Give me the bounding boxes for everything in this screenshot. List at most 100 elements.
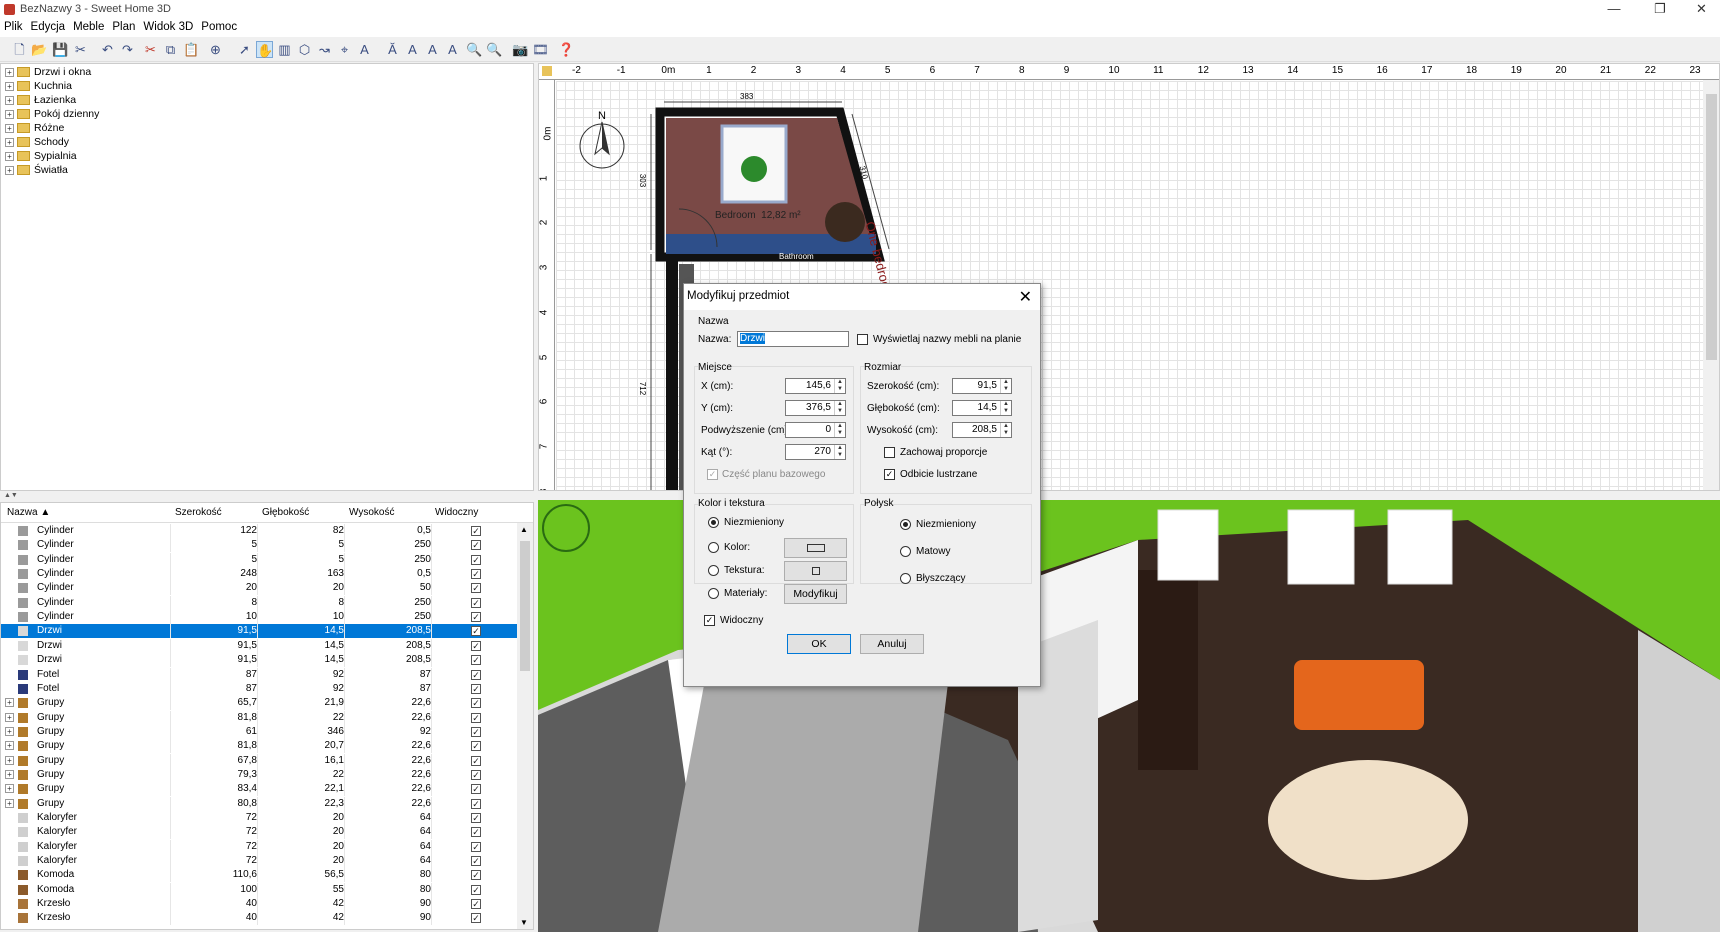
table-row[interactable]: Komoda 110,6 56,5 80 ✓ — [1, 868, 517, 883]
table-row[interactable]: + Grupy 79,3 22 22,6 ✓ — [1, 767, 517, 782]
col-header-visible[interactable]: Widoczny — [435, 507, 478, 518]
add-text-icon[interactable]: A — [356, 41, 373, 58]
dialog-close-icon[interactable]: ✕ — [1019, 287, 1032, 307]
table-row[interactable]: Cylinder 122 82 0,5 ✓ — [1, 524, 517, 538]
texture-radio[interactable] — [708, 565, 719, 576]
table-row[interactable]: Cylinder 5 5 250 ✓ — [1, 552, 517, 567]
cancel-button[interactable]: Anuluj — [860, 634, 924, 654]
create-walls-icon[interactable]: ▥ — [276, 41, 293, 58]
redo-icon[interactable]: ↷ — [119, 41, 136, 58]
y-field[interactable]: 376,5 ▲ ▼ — [785, 400, 846, 416]
expand-icon[interactable]: + — [5, 712, 14, 722]
zoom-out-icon[interactable]: 🔍 — [486, 41, 503, 58]
paste-icon[interactable]: 📋 — [183, 41, 200, 58]
name-field[interactable]: Drzwi — [737, 331, 849, 347]
visible-cell-checkbox[interactable]: ✓ — [471, 655, 481, 666]
table-scrollbar[interactable]: ▲ ▼ — [517, 523, 533, 929]
menu-edycja[interactable]: Edycja — [27, 20, 70, 33]
visible-cell-checkbox[interactable]: ✓ — [471, 913, 481, 924]
base-plan-checkbox[interactable]: ✓ — [707, 469, 718, 480]
visible-cell-checkbox[interactable]: ✓ — [471, 813, 481, 823]
table-row[interactable]: + Grupy 65,7 21,9 22,6 ✓ — [1, 696, 517, 711]
catalog-category[interactable]: + Kuchnia — [5, 79, 72, 93]
help-icon[interactable]: ❓ — [558, 41, 575, 58]
table-row[interactable]: + Grupy 81,8 20,7 22,6 ✓ — [1, 739, 517, 754]
maximize-button[interactable]: ❐ — [1637, 0, 1683, 20]
navigation-arrows-icon[interactable] — [542, 504, 590, 552]
shine-unchanged-radio[interactable] — [900, 519, 911, 530]
visible-cell-checkbox[interactable]: ✓ — [471, 827, 481, 838]
close-window-button[interactable]: ✕ — [1683, 0, 1720, 20]
scroll-thumb[interactable] — [520, 541, 530, 671]
create-dimensions-icon[interactable]: ⌖ — [336, 41, 353, 58]
expand-icon[interactable]: + — [5, 137, 14, 147]
plan-scrollbar[interactable] — [1703, 80, 1719, 490]
visible-cell-checkbox[interactable]: ✓ — [471, 597, 481, 608]
text-italic-icon[interactable]: A — [424, 41, 441, 58]
x-field[interactable]: 145,6 ▲ ▼ — [785, 378, 846, 394]
table-row[interactable]: Drzwi 91,5 14,5 208,5 ✓ — [1, 638, 517, 653]
table-row[interactable]: Cylinder 10 10 250 ✓ — [1, 610, 517, 625]
text-size-icon[interactable]: A — [444, 41, 461, 58]
depth-field[interactable]: 14,5 ▲ ▼ — [952, 400, 1012, 416]
scroll-down-icon[interactable]: ▼ — [520, 918, 528, 927]
visible-cell-checkbox[interactable]: ✓ — [471, 626, 481, 637]
expand-icon[interactable]: + — [5, 95, 14, 105]
table-row[interactable]: Kaloryfer 72 20 64 ✓ — [1, 811, 517, 825]
table-row[interactable]: Cylinder 248 163 0,5 ✓ — [1, 567, 517, 582]
split-pane-divider[interactable]: ▲▼ — [0, 492, 534, 500]
shine-matte-radio[interactable] — [900, 546, 911, 557]
col-header-height[interactable]: Wysokość — [349, 507, 394, 518]
keep-proportions-checkbox[interactable] — [884, 447, 895, 458]
new-file-icon[interactable]: 🗋 — [11, 41, 28, 58]
save-icon[interactable]: 💾 — [52, 41, 69, 58]
visible-cell-checkbox[interactable]: ✓ — [471, 755, 481, 766]
expand-icon[interactable]: + — [5, 698, 14, 708]
table-row[interactable]: + Grupy 83,4 22,1 22,6 ✓ — [1, 782, 517, 797]
unchanged-radio[interactable] — [708, 517, 719, 528]
add-furniture-icon[interactable]: ⊕ — [207, 41, 224, 58]
expand-icon[interactable]: + — [5, 67, 14, 77]
catalog-category[interactable]: + Sypialnia — [5, 149, 77, 163]
pan-mode-icon[interactable]: ✋ — [256, 41, 273, 58]
catalog-category[interactable]: + Drzwi i okna — [5, 65, 91, 79]
table-row[interactable]: Krzesło 40 42 90 ✓ — [1, 897, 517, 912]
table-row[interactable]: Krzesło 40 42 90 ✓ — [1, 911, 517, 926]
visible-cell-checkbox[interactable]: ✓ — [471, 856, 481, 867]
expand-icon[interactable]: + — [5, 123, 14, 133]
create-video-icon[interactable]: 🎞 — [532, 41, 549, 58]
visible-cell-checkbox[interactable]: ✓ — [471, 640, 481, 651]
visible-cell-checkbox[interactable]: ✓ — [471, 583, 481, 594]
mirror-checkbox[interactable]: ✓ — [884, 469, 895, 480]
text-bold-icon[interactable]: A — [404, 41, 421, 58]
expand-icon[interactable]: + — [5, 81, 14, 91]
expand-icon[interactable]: + — [5, 798, 14, 808]
table-row[interactable]: + Grupy 67,8 16,1 22,6 ✓ — [1, 753, 517, 768]
create-rooms-icon[interactable]: ⬡ — [296, 41, 313, 58]
menu-pomoc[interactable]: Pomoc — [197, 20, 241, 33]
expand-icon[interactable]: + — [5, 165, 14, 175]
preferences-icon[interactable]: ✂ — [72, 41, 89, 58]
expand-icon[interactable]: + — [5, 151, 14, 161]
catalog-category[interactable]: + Schody — [5, 135, 69, 149]
visible-cell-checkbox[interactable]: ✓ — [471, 841, 481, 852]
visible-cell-checkbox[interactable]: ✓ — [471, 884, 481, 895]
zoom-in-icon[interactable]: 🔍 — [466, 41, 483, 58]
visible-cell-checkbox[interactable]: ✓ — [471, 726, 481, 737]
cut-icon[interactable]: ✂ — [142, 41, 159, 58]
visible-cell-checkbox[interactable]: ✓ — [471, 612, 481, 623]
menu-plik[interactable]: Plik — [0, 20, 27, 33]
table-row[interactable]: Kaloryfer 72 20 64 ✓ — [1, 825, 517, 840]
expand-icon[interactable]: + — [5, 726, 14, 736]
table-row[interactable]: Drzwi 91,5 14,5 208,5 ✓ — [1, 653, 517, 668]
catalog-category[interactable]: + Różne — [5, 121, 64, 135]
table-row[interactable]: + Grupy 61 346 92 ✓ — [1, 724, 517, 739]
angle-field[interactable]: 270 ▲ ▼ — [785, 444, 846, 460]
table-row[interactable]: Fotel 87 92 87 ✓ — [1, 681, 517, 696]
table-row[interactable]: Cylinder 5 5 250 ✓ — [1, 538, 517, 553]
visible-cell-checkbox[interactable]: ✓ — [471, 899, 481, 910]
table-row[interactable]: Kaloryfer 72 20 64 ✓ — [1, 839, 517, 854]
table-row[interactable]: + Grupy 80,8 22,3 22,6 ✓ — [1, 796, 517, 811]
visible-cell-checkbox[interactable]: ✓ — [471, 784, 481, 795]
elevation-field[interactable]: 0 ▲ ▼ — [785, 422, 846, 438]
